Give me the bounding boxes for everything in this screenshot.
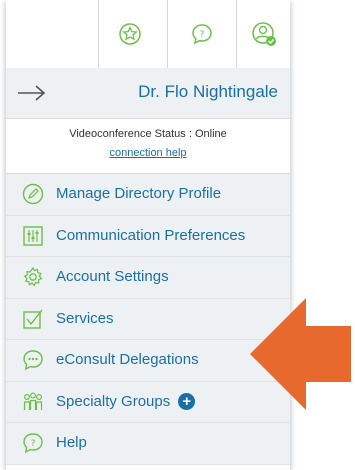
connection-help-link[interactable]: connection help [6,147,290,159]
menu-item-label: eConsult Delegations [56,351,199,368]
svg-text:?: ? [31,439,36,449]
add-icon[interactable]: + [178,393,196,411]
chat-icon: ? [192,24,212,45]
videoconference-status: Videoconference Status : Online connecti… [6,119,290,174]
menu-item-label: Services [56,309,114,327]
pencil-icon [22,183,44,205]
back-arrow-button[interactable] [16,78,48,108]
menu-item-label: Account Settings [56,268,169,285]
menu-item-communication-preferences[interactable]: Communication Preferences [6,215,290,257]
status-text: Videoconference Status : Online [69,128,227,140]
messages-button[interactable]: ? [167,0,236,68]
menu-item-label: Manage Directory Profile [56,185,222,202]
menu-item-help[interactable]: ? Help [6,423,290,465]
arrow-right-icon [18,85,46,101]
svg-text:?: ? [200,30,205,40]
checkbox-icon [23,309,43,329]
user-name: Dr. Flo Nightingale [138,82,278,101]
callout-arrow [250,298,351,410]
menu-item-label: Communication Preferences [56,226,246,244]
sliders-icon [23,225,43,246]
gear-icon [23,266,43,287]
top-icon-bar: ? [6,0,290,69]
favorites-button[interactable] [98,0,161,68]
profile-icon [252,22,276,46]
menu-item-label: Specialty Groups [56,392,171,410]
profile-button[interactable] [236,0,290,68]
chat-dots-icon [23,350,43,371]
menu-item-manage-directory-profile[interactable]: Manage Directory Profile [6,174,290,216]
menu-item-account-settings[interactable]: Account Settings [6,257,290,299]
menu-item-label-wrapper: Specialty Groups + [56,392,196,411]
user-header: Dr. Flo Nightingale [6,68,290,119]
star-icon [119,23,141,45]
group-icon [23,391,43,410]
menu-item-label: Help [56,434,87,451]
help-chat-icon: ? [23,433,43,454]
